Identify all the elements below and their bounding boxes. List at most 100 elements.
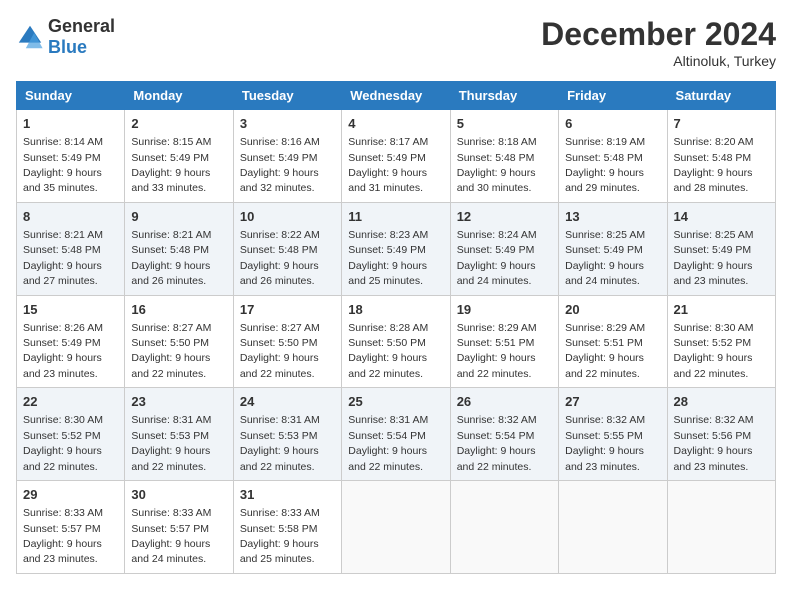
calendar-cell: 17 Sunrise: 8:27 AMSunset: 5:50 PMDayligh… — [233, 295, 341, 388]
day-info: Sunrise: 8:16 AMSunset: 5:49 PMDaylight:… — [240, 136, 320, 194]
day-number: 8 — [23, 208, 118, 226]
calendar-body: 1 Sunrise: 8:14 AMSunset: 5:49 PMDaylight… — [17, 110, 776, 574]
logo-general-text: General — [48, 16, 115, 36]
day-number: 10 — [240, 208, 335, 226]
calendar-week-2: 8 Sunrise: 8:21 AMSunset: 5:48 PMDaylight… — [17, 202, 776, 295]
day-info: Sunrise: 8:30 AMSunset: 5:52 PMDaylight:… — [23, 414, 103, 472]
day-info: Sunrise: 8:26 AMSunset: 5:49 PMDaylight:… — [23, 322, 103, 380]
calendar-cell: 12 Sunrise: 8:24 AMSunset: 5:49 PMDayligh… — [450, 202, 558, 295]
calendar-cell: 3 Sunrise: 8:16 AMSunset: 5:49 PMDaylight… — [233, 110, 341, 203]
calendar-header-wednesday: Wednesday — [342, 82, 450, 110]
day-info: Sunrise: 8:32 AMSunset: 5:55 PMDaylight:… — [565, 414, 645, 472]
calendar-header-sunday: Sunday — [17, 82, 125, 110]
calendar-cell — [450, 481, 558, 574]
calendar-cell: 5Sunrise: 8:18 AMSunset: 5:48 PMDaylight… — [450, 110, 558, 203]
day-number: 1 — [23, 115, 118, 133]
day-info: Sunrise: 8:31 AMSunset: 5:54 PMDaylight:… — [348, 414, 428, 472]
calendar-cell: 4 Sunrise: 8:17 AMSunset: 5:49 PMDaylight… — [342, 110, 450, 203]
day-info: Sunrise: 8:14 AMSunset: 5:49 PMDaylight:… — [23, 136, 103, 194]
day-info: Sunrise: 8:32 AMSunset: 5:54 PMDaylight:… — [457, 414, 537, 472]
day-info: Sunrise: 8:25 AMSunset: 5:49 PMDaylight:… — [674, 229, 754, 287]
location-title: Altinoluk, Turkey — [541, 53, 776, 69]
day-number: 29 — [23, 486, 118, 504]
calendar-cell: 9Sunrise: 8:21 AMSunset: 5:48 PMDaylight… — [125, 202, 233, 295]
day-info: Sunrise: 8:28 AMSunset: 5:50 PMDaylight:… — [348, 322, 428, 380]
title-block: December 2024 Altinoluk, Turkey — [541, 16, 776, 69]
calendar-cell: 22 Sunrise: 8:30 AMSunset: 5:52 PMDayligh… — [17, 388, 125, 481]
calendar-table: SundayMondayTuesdayWednesdayThursdayFrid… — [16, 81, 776, 574]
calendar-cell: 23 Sunrise: 8:31 AMSunset: 5:53 PMDayligh… — [125, 388, 233, 481]
calendar-cell: 28 Sunrise: 8:32 AMSunset: 5:56 PMDayligh… — [667, 388, 775, 481]
calendar-cell: 14 Sunrise: 8:25 AMSunset: 5:49 PMDayligh… — [667, 202, 775, 295]
calendar-week-4: 22 Sunrise: 8:30 AMSunset: 5:52 PMDayligh… — [17, 388, 776, 481]
calendar-cell: 31 Sunrise: 8:33 AMSunset: 5:58 PMDayligh… — [233, 481, 341, 574]
calendar-cell: 16Sunrise: 8:27 AMSunset: 5:50 PMDayligh… — [125, 295, 233, 388]
day-number: 19 — [457, 301, 552, 319]
day-info: Sunrise: 8:33 AMSunset: 5:58 PMDaylight:… — [240, 507, 320, 565]
day-number: 28 — [674, 393, 769, 411]
day-number: 31 — [240, 486, 335, 504]
day-number: 3 — [240, 115, 335, 133]
day-info: Sunrise: 8:17 AMSunset: 5:49 PMDaylight:… — [348, 136, 428, 194]
calendar-header-row: SundayMondayTuesdayWednesdayThursdayFrid… — [17, 82, 776, 110]
calendar-cell: 25Sunrise: 8:31 AMSunset: 5:54 PMDayligh… — [342, 388, 450, 481]
day-info: Sunrise: 8:21 AMSunset: 5:48 PMDaylight:… — [23, 229, 103, 287]
calendar-week-3: 15 Sunrise: 8:26 AMSunset: 5:49 PMDayligh… — [17, 295, 776, 388]
day-info: Sunrise: 8:22 AMSunset: 5:48 PMDaylight:… — [240, 229, 320, 287]
day-info: Sunrise: 8:33 AMSunset: 5:57 PMDaylight:… — [131, 507, 211, 565]
day-number: 30 — [131, 486, 226, 504]
day-number: 7 — [674, 115, 769, 133]
day-number: 9 — [131, 208, 226, 226]
day-number: 4 — [348, 115, 443, 133]
calendar-cell: 21 Sunrise: 8:30 AMSunset: 5:52 PMDayligh… — [667, 295, 775, 388]
calendar-cell — [559, 481, 667, 574]
calendar-cell — [667, 481, 775, 574]
day-info: Sunrise: 8:30 AMSunset: 5:52 PMDaylight:… — [674, 322, 754, 380]
day-number: 18 — [348, 301, 443, 319]
day-info: Sunrise: 8:31 AMSunset: 5:53 PMDaylight:… — [131, 414, 211, 472]
day-number: 13 — [565, 208, 660, 226]
day-info: Sunrise: 8:15 AMSunset: 5:49 PMDaylight:… — [131, 136, 211, 194]
day-info: Sunrise: 8:27 AMSunset: 5:50 PMDaylight:… — [240, 322, 320, 380]
day-info: Sunrise: 8:19 AMSunset: 5:48 PMDaylight:… — [565, 136, 645, 194]
calendar-header-friday: Friday — [559, 82, 667, 110]
day-info: Sunrise: 8:25 AMSunset: 5:49 PMDaylight:… — [565, 229, 645, 287]
day-info: Sunrise: 8:18 AMSunset: 5:48 PMDaylight:… — [457, 136, 537, 194]
calendar-cell: 30 Sunrise: 8:33 AMSunset: 5:57 PMDayligh… — [125, 481, 233, 574]
page-header: General Blue December 2024 Altinoluk, Tu… — [16, 16, 776, 69]
day-number: 27 — [565, 393, 660, 411]
day-number: 14 — [674, 208, 769, 226]
day-info: Sunrise: 8:31 AMSunset: 5:53 PMDaylight:… — [240, 414, 320, 472]
logo-icon — [16, 23, 44, 51]
calendar-cell: 19 Sunrise: 8:29 AMSunset: 5:51 PMDayligh… — [450, 295, 558, 388]
calendar-cell: 7Sunrise: 8:20 AMSunset: 5:48 PMDaylight… — [667, 110, 775, 203]
calendar-header-saturday: Saturday — [667, 82, 775, 110]
logo: General Blue — [16, 16, 115, 58]
day-number: 23 — [131, 393, 226, 411]
calendar-cell: 8 Sunrise: 8:21 AMSunset: 5:48 PMDaylight… — [17, 202, 125, 295]
day-info: Sunrise: 8:29 AMSunset: 5:51 PMDaylight:… — [457, 322, 537, 380]
day-number: 21 — [674, 301, 769, 319]
day-number: 17 — [240, 301, 335, 319]
calendar-cell: 24Sunrise: 8:31 AMSunset: 5:53 PMDayligh… — [233, 388, 341, 481]
calendar-header-tuesday: Tuesday — [233, 82, 341, 110]
day-info: Sunrise: 8:29 AMSunset: 5:51 PMDaylight:… — [565, 322, 645, 380]
calendar-cell: 10 Sunrise: 8:22 AMSunset: 5:48 PMDayligh… — [233, 202, 341, 295]
day-number: 12 — [457, 208, 552, 226]
logo-blue-text: Blue — [48, 37, 87, 57]
calendar-cell: 20 Sunrise: 8:29 AMSunset: 5:51 PMDayligh… — [559, 295, 667, 388]
day-info: Sunrise: 8:32 AMSunset: 5:56 PMDaylight:… — [674, 414, 754, 472]
month-title: December 2024 — [541, 16, 776, 53]
day-number: 22 — [23, 393, 118, 411]
calendar-header-thursday: Thursday — [450, 82, 558, 110]
day-info: Sunrise: 8:24 AMSunset: 5:49 PMDaylight:… — [457, 229, 537, 287]
day-number: 2 — [131, 115, 226, 133]
day-info: Sunrise: 8:33 AMSunset: 5:57 PMDaylight:… — [23, 507, 103, 565]
day-number: 26 — [457, 393, 552, 411]
day-number: 20 — [565, 301, 660, 319]
calendar-cell: 11Sunrise: 8:23 AMSunset: 5:49 PMDayligh… — [342, 202, 450, 295]
calendar-header-monday: Monday — [125, 82, 233, 110]
calendar-cell: 26 Sunrise: 8:32 AMSunset: 5:54 PMDayligh… — [450, 388, 558, 481]
calendar-cell: 2 Sunrise: 8:15 AMSunset: 5:49 PMDaylight… — [125, 110, 233, 203]
day-number: 15 — [23, 301, 118, 319]
